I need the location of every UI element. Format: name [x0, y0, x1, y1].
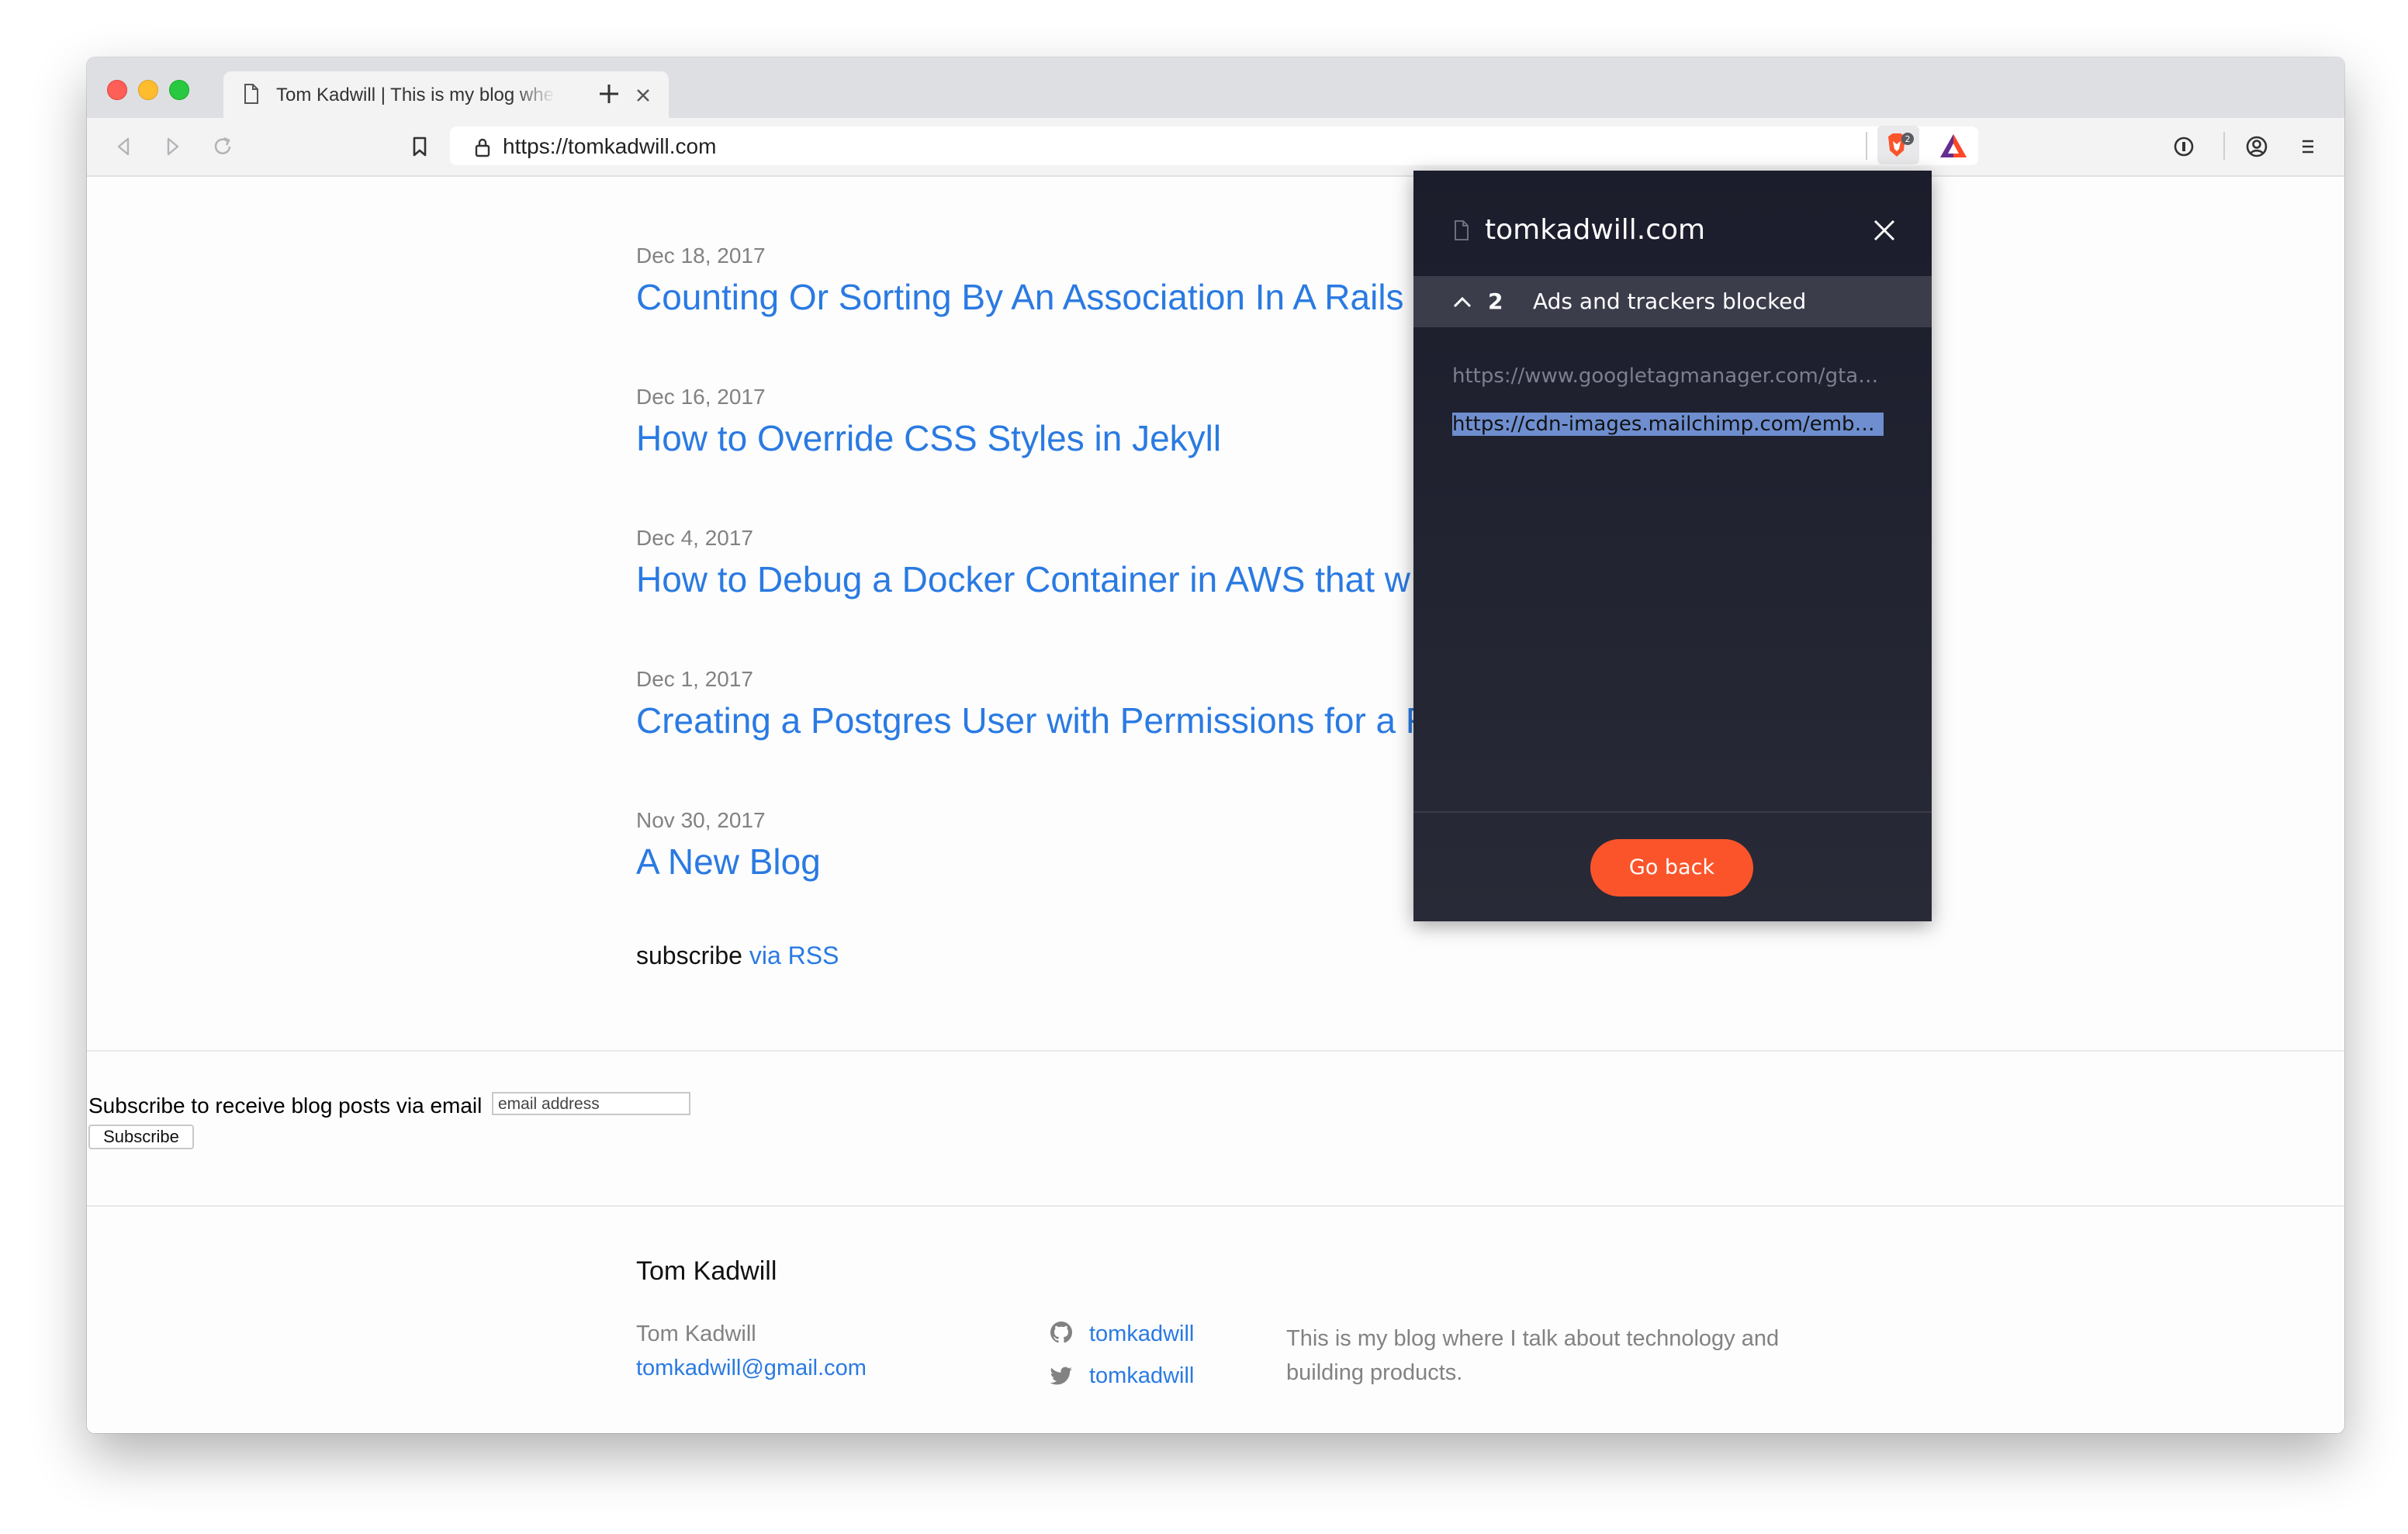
panel-divider	[1413, 811, 1932, 813]
lock-icon	[475, 138, 490, 157]
email-subscribe-label: Subscribe to receive blog posts via emai…	[88, 1093, 483, 1118]
bat-rewards-icon[interactable]	[1938, 132, 1969, 160]
post-date: Nov 30, 2017	[636, 808, 766, 832]
blocked-url-text: https://www.googletagmanager.com/gtag/js	[1452, 364, 1884, 388]
shields-site-name: tomkadwill.com	[1485, 214, 1706, 246]
footer-description: This is my blog where I talk about techn…	[1286, 1326, 1780, 1385]
document-icon	[244, 84, 258, 104]
github-icon	[1050, 1322, 1073, 1343]
post-date: Dec 4, 2017	[636, 526, 753, 550]
reload-icon[interactable]	[211, 135, 234, 158]
go-back-button[interactable]: Go back	[1590, 839, 1753, 897]
github-link[interactable]: tomkadwill	[1089, 1322, 1194, 1347]
plus-icon[interactable]	[596, 81, 622, 107]
brave-shield-icon: 2	[1888, 133, 1914, 157]
post-title-link[interactable]: How to Override CSS Styles in Jekyll	[636, 417, 1221, 459]
account-icon[interactable]	[2245, 135, 2268, 158]
brave-shield-button[interactable]: 2	[1877, 126, 1919, 164]
blocked-stats-row[interactable]: 2 Ads and trackers blocked	[1413, 276, 1932, 327]
subscribe-rss: subscribe via RSS	[636, 941, 839, 970]
post-title-link[interactable]: A New Blog	[636, 841, 821, 883]
post-item: Dec 16, 2017 How to Override CSS Styles …	[636, 385, 1221, 459]
twitter-icon	[1050, 1366, 1072, 1385]
post-date: Dec 18, 2017	[636, 244, 766, 268]
rss-link[interactable]: via RSS	[749, 941, 839, 969]
address-bar-url[interactable]: https://tomkadwill.com	[503, 134, 716, 159]
blocked-count: 2	[1488, 288, 1503, 314]
post-item: Dec 1, 2017 Creating a Postgres User wit…	[636, 667, 1427, 741]
post-title-link[interactable]: How to Debug a Docker Container in AWS t…	[636, 558, 1410, 600]
close-icon[interactable]	[1871, 217, 1898, 244]
bookmark-icon[interactable]	[408, 135, 431, 158]
tab-strip: Tom Kadwill | This is my blog where I ta…	[87, 57, 2344, 118]
subscribe-prefix: subscribe	[636, 941, 742, 969]
footer-email-link[interactable]: tomkadwill@gmail.com	[636, 1356, 867, 1381]
toolbar-separator	[2223, 132, 2225, 160]
forward-icon[interactable]	[161, 135, 185, 158]
shield-badge-count: 2	[1905, 134, 1911, 144]
post-item: Nov 30, 2017 A New Blog	[636, 808, 821, 883]
window-zoom-button[interactable]	[169, 80, 189, 100]
close-icon[interactable]	[635, 87, 652, 104]
post-date: Dec 1, 2017	[636, 667, 753, 691]
post-title-link[interactable]: Counting Or Sorting By An Association In…	[636, 276, 1404, 318]
blocked-url-item[interactable]: https://cdn-images.mailchimp.com/embedco…	[1452, 413, 1884, 436]
divider	[87, 1050, 2344, 1052]
window-minimize-button[interactable]	[138, 80, 158, 100]
post-item: Dec 18, 2017 Counting Or Sorting By An A…	[636, 244, 1404, 318]
post-title-link[interactable]: Creating a Postgres User with Permission…	[636, 700, 1427, 741]
toolbar: https://tomkadwill.com 2	[87, 118, 2344, 177]
toolbar-separator	[1866, 132, 1867, 160]
blocked-url-text: https://cdn-images.mailchimp.com/embedco…	[1452, 413, 1884, 436]
post-item: Dec 4, 2017 How to Debug a Docker Contai…	[636, 526, 1410, 600]
brave-shields-panel: tomkadwill.com 2 Ads and trackers blocke…	[1413, 171, 1932, 921]
page-content: Dec 18, 2017 Counting Or Sorting By An A…	[87, 177, 2344, 1433]
back-icon[interactable]	[112, 135, 135, 158]
twitter-link[interactable]: tomkadwill	[1089, 1363, 1194, 1389]
browser-window: Tom Kadwill | This is my blog where I ta…	[87, 57, 2344, 1433]
footer-title: Tom Kadwill	[636, 1256, 777, 1286]
tab-title: Tom Kadwill | This is my blog where I ta…	[276, 85, 555, 105]
password-manager-icon[interactable]	[2172, 135, 2195, 158]
document-icon	[1455, 220, 1469, 240]
menu-icon[interactable]	[2296, 135, 2320, 158]
blocked-url-item[interactable]: https://www.googletagmanager.com/gtag/js	[1452, 364, 1884, 388]
divider	[87, 1205, 2344, 1207]
subscribe-button[interactable]: Subscribe	[88, 1125, 194, 1149]
chevron-up-icon	[1453, 296, 1472, 308]
post-date: Dec 16, 2017	[636, 385, 766, 409]
window-close-button[interactable]	[107, 80, 127, 100]
email-field[interactable]: email address	[492, 1092, 690, 1115]
blocked-label: Ads and trackers blocked	[1533, 288, 1807, 314]
footer-name: Tom Kadwill	[636, 1322, 756, 1346]
